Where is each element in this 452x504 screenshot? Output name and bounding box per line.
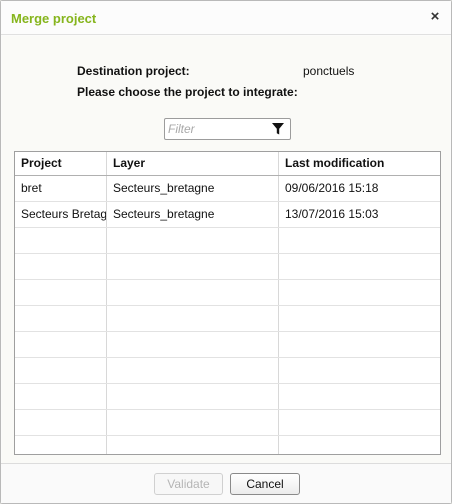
project-cell (15, 410, 107, 435)
layer-cell (107, 436, 279, 454)
cancel-button[interactable]: Cancel (230, 473, 300, 495)
last-modification-cell (279, 384, 440, 409)
column-header-last-modification[interactable]: Last modification (279, 152, 440, 175)
project-cell (15, 228, 107, 253)
table-row[interactable] (15, 332, 440, 358)
table-row[interactable] (15, 306, 440, 332)
table-row[interactable] (15, 280, 440, 306)
project-cell (15, 280, 107, 305)
filter-input[interactable] (165, 119, 265, 139)
close-icon[interactable]: × (428, 9, 442, 25)
project-cell: Secteurs Bretagne (15, 202, 107, 227)
layer-cell (107, 254, 279, 279)
table-row[interactable] (15, 384, 440, 410)
layer-cell (107, 358, 279, 383)
destination-project-label: Destination project: (77, 64, 190, 78)
last-modification-cell (279, 436, 440, 454)
table-row[interactable] (15, 254, 440, 280)
project-cell (15, 436, 107, 454)
column-header-layer[interactable]: Layer (107, 152, 279, 175)
last-modification-cell (279, 358, 440, 383)
table-row[interactable]: bret Secteurs_bretagne 09/06/2016 15:18 (15, 176, 440, 202)
layer-cell: Secteurs_bretagne (107, 176, 279, 201)
column-header-project[interactable]: Project (15, 152, 107, 175)
last-modification-cell (279, 228, 440, 253)
merge-project-dialog: Merge project × Destination project: pon… (0, 0, 452, 504)
layer-cell (107, 332, 279, 357)
last-modification-cell (279, 410, 440, 435)
dialog-title: Merge project (11, 11, 97, 26)
layer-cell (107, 228, 279, 253)
destination-project-value: ponctuels (303, 64, 355, 78)
last-modification-cell (279, 306, 440, 331)
layer-cell: Secteurs_bretagne (107, 202, 279, 227)
table-row[interactable] (15, 358, 440, 384)
last-modification-cell (279, 280, 440, 305)
table-header: Project Layer Last modification (15, 152, 440, 176)
filter-field (164, 118, 291, 140)
project-cell (15, 306, 107, 331)
last-modification-cell: 09/06/2016 15:18 (285, 181, 379, 195)
project-cell (15, 254, 107, 279)
table-body: bret Secteurs_bretagne 09/06/2016 15:18 Sec… (15, 176, 440, 454)
layer-cell (107, 280, 279, 305)
project-cell: bret (15, 176, 107, 201)
project-cell (15, 384, 107, 409)
last-modification-cell (279, 332, 440, 357)
layer-cell (107, 384, 279, 409)
project-cell (15, 332, 107, 357)
dialog-content: Destination project: ponctuels Please ch… (2, 36, 450, 464)
dialog-titlebar: Merge project × (1, 1, 451, 35)
last-modification-cell: 13/07/2016 15:03 (285, 207, 379, 221)
last-modification-cell (279, 254, 440, 279)
projects-table: Project Layer Last modification bret Sect… (14, 151, 441, 455)
table-row[interactable]: Secteurs BretagneSecteurs_bretagne 13/07/… (15, 202, 440, 228)
table-row[interactable] (15, 410, 440, 436)
table-row[interactable] (15, 228, 440, 254)
choose-project-label: Please choose the project to integrate: (77, 85, 298, 99)
layer-cell (107, 410, 279, 435)
dialog-footer: Validate Cancel (1, 463, 451, 503)
project-cell (15, 358, 107, 383)
validate-button[interactable]: Validate (154, 473, 223, 495)
funnel-icon[interactable] (271, 122, 285, 136)
table-row[interactable] (15, 436, 440, 454)
layer-cell (107, 306, 279, 331)
